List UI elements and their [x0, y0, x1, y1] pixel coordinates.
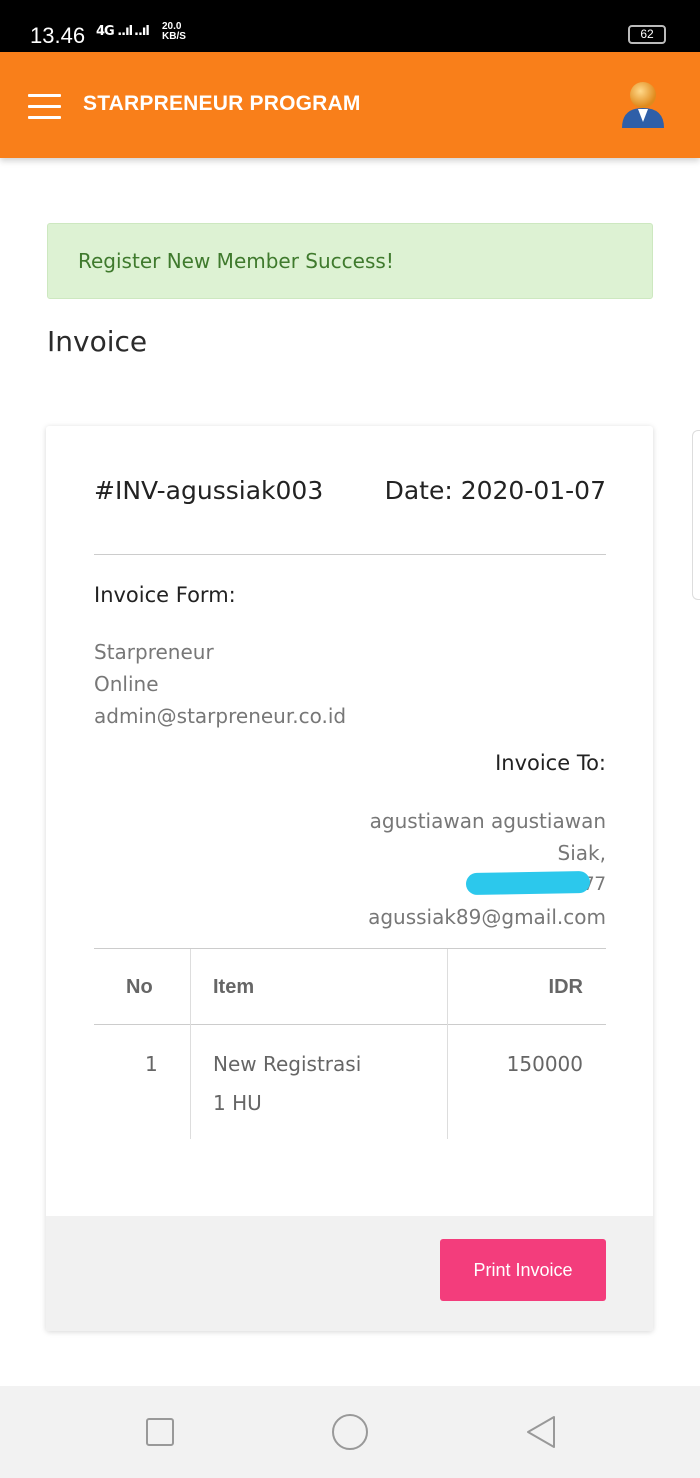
- recent-apps-icon[interactable]: [146, 1418, 174, 1446]
- invoice-card: #INV-agussiak003 Date: 2020-01-07 Invoic…: [46, 426, 653, 1331]
- table-top-border: [94, 948, 606, 949]
- column-header-idr: IDR: [548, 976, 583, 998]
- invoice-from-title: Invoice Form:: [94, 583, 236, 607]
- status-bar: 13.46 4G ..ıl ..ıl 20.0 KB/S 62: [0, 0, 700, 52]
- to-name: agustiawan agustiawan: [369, 809, 606, 833]
- alert-message: Register New Member Success!: [78, 249, 394, 273]
- app-title: STARPRENEUR PROGRAM: [83, 92, 361, 115]
- battery-icon: 62: [628, 25, 666, 44]
- network-speed: 20.0 KB/S: [162, 21, 186, 42]
- from-line: Online: [94, 672, 159, 696]
- navigation-bar: [0, 1386, 700, 1478]
- invoice-to-title: Invoice To:: [495, 751, 606, 775]
- user-avatar-icon[interactable]: [620, 78, 666, 130]
- column-divider: [190, 949, 191, 1139]
- from-email: admin@starpreneur.co.id: [94, 704, 347, 728]
- invoice-date: Date: 2020-01-07: [384, 476, 606, 505]
- home-icon[interactable]: [332, 1414, 368, 1450]
- table-header-border: [94, 1024, 606, 1025]
- column-header-item: Item: [213, 976, 255, 998]
- page-title: Invoice: [47, 325, 148, 358]
- to-city: Siak,: [557, 841, 606, 865]
- column-divider: [447, 949, 448, 1139]
- divider: [94, 554, 606, 555]
- hamburger-icon[interactable]: [28, 94, 61, 119]
- scrollbar[interactable]: [692, 430, 700, 600]
- redaction-mark: [465, 870, 591, 896]
- column-header-no: No: [126, 976, 153, 998]
- to-email: agussiak89@gmail.com: [368, 905, 606, 929]
- cell-item-detail: 1 HU: [213, 1091, 262, 1115]
- from-line: Starpreneur: [94, 640, 214, 664]
- signal-icon: 4G ..ıl: [96, 24, 133, 39]
- cell-idr: 150000: [506, 1052, 583, 1076]
- success-alert: Register New Member Success!: [47, 223, 653, 299]
- cell-item: New Registrasi: [213, 1052, 362, 1076]
- status-time: 13.46: [30, 23, 86, 48]
- print-invoice-button[interactable]: Print Invoice: [440, 1239, 606, 1301]
- signal-icon-2: ..ıl: [134, 24, 150, 39]
- invoice-number: #INV-agussiak003: [94, 476, 324, 505]
- app-header: STARPRENEUR PROGRAM: [0, 52, 700, 158]
- invoice-footer: Print Invoice: [46, 1216, 653, 1331]
- back-icon[interactable]: [522, 1414, 558, 1450]
- cell-no: 1: [145, 1052, 158, 1076]
